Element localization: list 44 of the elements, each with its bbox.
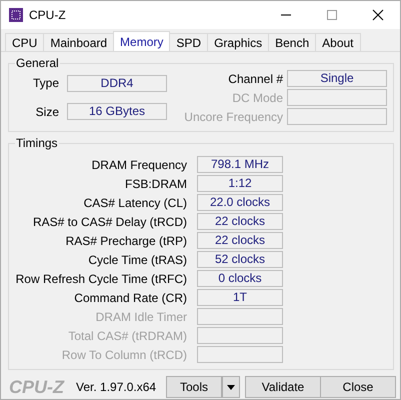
app-icon [9, 8, 23, 22]
field-label: Row Refresh Cycle Time (tRFC) [15, 272, 187, 286]
value-field: 52 clocks [197, 251, 283, 268]
value-field: 798.1 MHz [197, 156, 283, 173]
brand-logo: CPU-Z [9, 376, 64, 398]
field-label: Size [34, 104, 59, 119]
field-label: Channel # [227, 72, 283, 86]
field-label: FSB:DRAM [124, 176, 187, 190]
dropdown-button[interactable] [222, 376, 240, 398]
footer-button[interactable]: Validate [245, 376, 321, 398]
tab[interactable]: CPU [5, 33, 44, 51]
value-field: 22.0 clocks [197, 194, 283, 211]
group-title: General [15, 56, 60, 70]
field-label: Command Rate (CR) [73, 290, 187, 304]
field-label: DC Mode [231, 90, 283, 104]
tab[interactable]: About [315, 33, 360, 51]
window-title: CPU-Z [29, 8, 66, 22]
field-label: Total CAS# (tRDRAM) [67, 328, 187, 342]
tools-button[interactable]: Tools [166, 376, 222, 398]
field-label: Row To Column (tRCD) [60, 348, 187, 362]
field-label: Cycle Time (tRAS) [87, 252, 187, 266]
version-text: Ver. 1.97.0.x64 [76, 380, 156, 394]
field-label: RAS# to CAS# Delay (tRCD) [32, 214, 187, 228]
field-label: Uncore Frequency [184, 110, 283, 124]
field-label: Type [32, 76, 59, 90]
value-field: 22 clocks [197, 213, 283, 230]
tab[interactable]: Graphics [207, 33, 270, 51]
value-field: DDR4 [67, 74, 167, 92]
group-title: Timings [15, 136, 59, 150]
caret-icon [227, 384, 235, 390]
close-icon[interactable] [372, 9, 384, 21]
value-field: 1:12 [197, 175, 283, 192]
field-label: CAS# Latency (CL) [82, 196, 187, 210]
field-label: DRAM Frequency [90, 158, 187, 172]
value-field: 16 GBytes [67, 103, 167, 120]
field-label: DRAM Idle Timer [94, 310, 187, 324]
value-field: 0 clocks [197, 270, 283, 287]
value-field: 22 clocks [197, 232, 283, 249]
tab[interactable]: Memory [113, 31, 170, 51]
maximize-icon[interactable] [326, 9, 338, 21]
field-label: RAS# Precharge (tRP) [64, 234, 187, 248]
footer-button[interactable]: Close [320, 376, 396, 398]
value-field: 1T [197, 289, 283, 306]
value-field: Single [287, 70, 387, 87]
